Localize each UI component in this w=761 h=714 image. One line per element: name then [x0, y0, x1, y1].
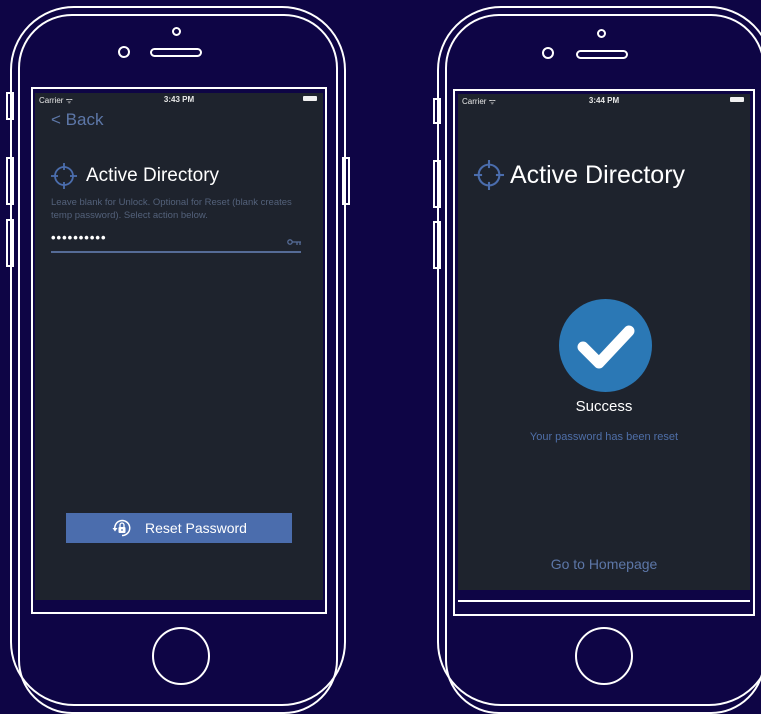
back-button[interactable]: < Back	[51, 110, 103, 130]
battery-icon	[303, 96, 317, 101]
home-button[interactable]	[152, 627, 210, 685]
success-title: Success	[575, 398, 633, 415]
front-camera	[597, 29, 606, 38]
status-bar: Carrier ᯤ 3:44 PM	[458, 94, 750, 106]
password-field[interactable]: ••••••••••	[51, 229, 301, 253]
front-camera	[172, 27, 181, 36]
left-screen: Carrier ᯤ 3:43 PM < Back Active Director…	[35, 93, 323, 600]
crosshair-logo-icon	[51, 163, 77, 189]
side-button	[6, 157, 14, 205]
side-button	[6, 219, 14, 267]
side-button	[433, 221, 441, 269]
earpiece-speaker	[150, 48, 202, 57]
crosshair-logo-icon	[474, 160, 504, 190]
key-icon[interactable]	[287, 233, 301, 251]
success-checkmark-icon	[559, 299, 652, 397]
reset-password-button[interactable]: Reset Password	[66, 513, 292, 543]
status-time: 3:44 PM	[588, 96, 620, 105]
instruction-text: Leave blank for Unlock. Optional for Res…	[51, 197, 292, 221]
brand-header: Active Directory	[51, 163, 219, 189]
brand-header: Active Directory	[474, 160, 685, 190]
earpiece-speaker	[576, 50, 628, 59]
reset-button-label: Reset Password	[145, 520, 247, 536]
battery-icon	[730, 97, 744, 102]
brand-title: Active Directory	[510, 160, 686, 189]
proximity-sensor	[542, 47, 554, 59]
side-button	[433, 98, 441, 124]
reset-lock-icon	[111, 517, 133, 539]
password-value: ••••••••••	[51, 230, 107, 245]
side-button	[433, 160, 441, 208]
go-to-homepage-link[interactable]: Go to Homepage	[458, 556, 750, 572]
side-button	[342, 157, 350, 205]
proximity-sensor	[118, 46, 130, 58]
brand-title: Active Directory	[86, 165, 220, 186]
screen-bottom-line	[458, 600, 750, 602]
status-time: 3:43 PM	[163, 95, 195, 104]
status-bar: Carrier ᯤ 3:43 PM	[35, 93, 323, 105]
right-screen: Carrier ᯤ 3:44 PM Active Directory Succe…	[458, 94, 750, 590]
side-button	[6, 92, 14, 120]
home-button[interactable]	[575, 627, 633, 685]
success-message: Your password has been reset	[529, 431, 679, 443]
